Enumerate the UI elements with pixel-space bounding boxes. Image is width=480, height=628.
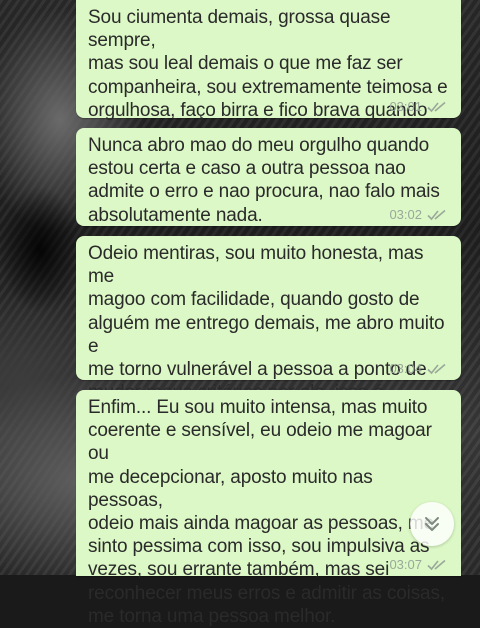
message-bubble[interactable]: Enfim... Eu sou muito intensa, mas muito… bbox=[76, 390, 461, 627]
message-bubble[interactable]: Nunca abro mao do meu orgulho quando est… bbox=[76, 128, 461, 226]
message-meta: 03:02 bbox=[389, 207, 449, 222]
double-check-icon bbox=[427, 559, 446, 570]
message-bubble[interactable]: Odeio mentiras, sou muito honesta, mas m… bbox=[76, 236, 461, 450]
message-bubble[interactable]: Sou ciumenta demais, grossa quase sempre… bbox=[76, 0, 461, 167]
double-chevron-down-icon bbox=[425, 517, 439, 531]
double-check-icon bbox=[427, 363, 446, 374]
message-meta: 03:01 bbox=[389, 99, 449, 114]
message-time: 03:02 bbox=[389, 207, 422, 222]
chat-message-list[interactable]: Sou ciumenta demais, grossa quase sempre… bbox=[0, 0, 480, 627]
double-check-icon bbox=[427, 209, 446, 220]
message-meta: 03:04 bbox=[389, 361, 449, 376]
double-check-icon bbox=[427, 101, 446, 112]
message-time: 03:04 bbox=[389, 361, 422, 376]
message-time: 03:01 bbox=[389, 99, 422, 114]
message-time: 03:07 bbox=[389, 557, 422, 572]
scroll-to-bottom-button[interactable] bbox=[410, 502, 454, 546]
message-text: Enfim... Eu sou muito intensa, mas muito… bbox=[88, 397, 445, 627]
message-meta: 03:07 bbox=[389, 557, 449, 572]
